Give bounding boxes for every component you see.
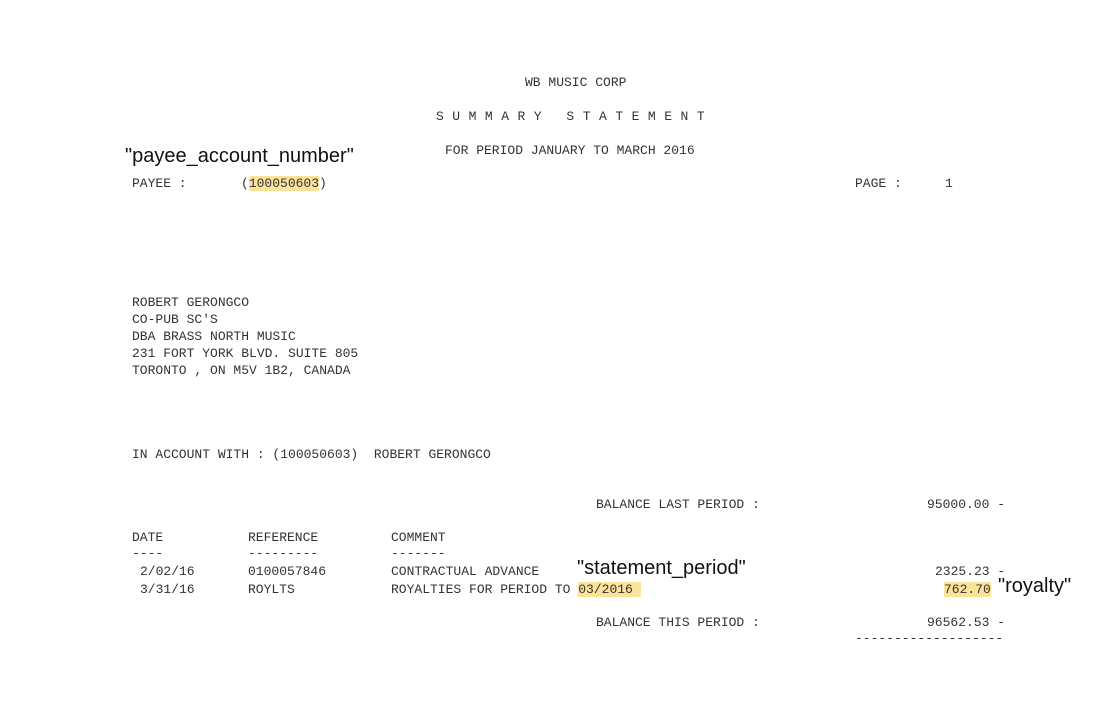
row-comment-text: ROYALTIES FOR PERIOD TO <box>391 582 571 597</box>
page-number: 1 <box>945 176 953 191</box>
address-line: DBA BRASS NORTH MUSIC <box>132 329 296 344</box>
balance-last-label: BALANCE LAST PERIOD : <box>596 497 760 512</box>
row-date: 3/31/16 <box>140 582 195 597</box>
annotation-payee-account-number: "payee_account_number" <box>125 145 354 167</box>
header-underline: --------- <box>248 546 319 561</box>
royalty-amount: 762.70 <box>944 582 991 597</box>
account-line: IN ACCOUNT WITH : (100050603) ROBERT GER… <box>132 447 491 462</box>
payee-address: ROBERT GERONGCO CO-PUB SC'S DBA BRASS NO… <box>132 294 358 379</box>
row-comment: ROYALTIES FOR PERIOD TO 03/2016 <box>391 582 641 598</box>
payee-account: (100050603) <box>241 176 327 191</box>
column-header-comment: COMMENT <box>391 530 446 545</box>
payee-label: PAYEE : <box>132 176 187 191</box>
row-amount: 2325.23 - <box>935 564 1006 579</box>
row-reference: 0100057846 <box>248 564 327 579</box>
row-reference: ROYLTS <box>248 582 295 597</box>
company-name: WB MUSIC CORP <box>525 75 627 90</box>
header-underline: ---- <box>132 546 164 561</box>
header-underline: ------- <box>391 546 446 561</box>
row-comment: CONTRACTUAL ADVANCE <box>391 564 540 579</box>
statement-period-highlight: 03/2016 <box>578 582 633 597</box>
column-header-date: DATE <box>132 530 164 545</box>
address-line: TORONTO , ON M5V 1B2, CANADA <box>132 363 351 378</box>
annotation-royalty: "royalty" <box>998 575 1072 597</box>
balance-this-value: 96562.53 - <box>927 615 1006 630</box>
balance-last-value: 95000.00 - <box>927 497 1006 512</box>
address-line: CO-PUB SC'S <box>132 312 218 327</box>
payee-account-number: 100050603 <box>248 176 320 191</box>
row-amount-royalty: 762.70 <box>944 582 991 598</box>
balance-rule: ------------------- <box>855 631 1004 646</box>
row-date: 2/02/16 <box>140 564 195 579</box>
balance-this-label: BALANCE THIS PERIOD : <box>596 615 760 630</box>
annotation-statement-period: "statement_period" <box>577 557 746 579</box>
highlight-pad <box>632 582 641 597</box>
statement-title: SUMMARY STATEMENT <box>436 109 714 124</box>
address-line: ROBERT GERONGCO <box>132 295 250 310</box>
page-label: PAGE : <box>855 176 902 191</box>
address-line: 231 FORT YORK BLVD. SUITE 805 <box>132 346 359 361</box>
statement-period-line: FOR PERIOD JANUARY TO MARCH 2016 <box>445 143 695 158</box>
column-header-reference: REFERENCE <box>248 530 319 545</box>
